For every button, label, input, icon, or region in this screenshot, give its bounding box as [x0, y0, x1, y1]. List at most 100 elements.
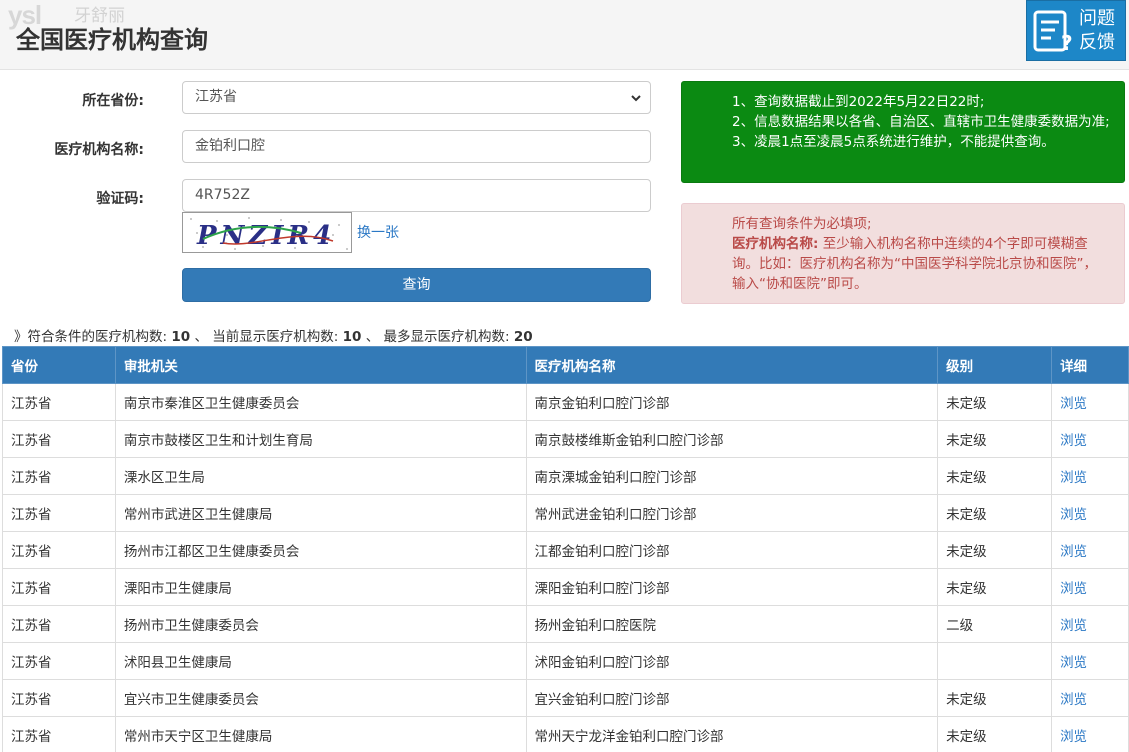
page-title: 全国医疗机构查询	[16, 26, 208, 54]
max-label: 最多显示医疗机构数:	[383, 329, 510, 345]
cell-institution: 溧阳金铂利口腔门诊部	[525, 568, 939, 606]
browse-link[interactable]: 浏览	[1051, 642, 1129, 680]
cell-level: 未定级	[937, 531, 1053, 569]
cell-authority: 南京市鼓楼区卫生和计划生育局	[114, 420, 527, 458]
header-level: 级别	[937, 346, 1053, 384]
cell-institution: 沭阳金铂利口腔门诊部	[525, 642, 939, 680]
results-table: 省份 审批机关 医疗机构名称 级别 详细 江苏省 南京市秦淮区卫生健康委员会 南…	[2, 346, 1129, 752]
cell-province: 江苏省	[2, 716, 116, 752]
browse-link[interactable]: 浏览	[1051, 494, 1129, 532]
top-bar: ysl 牙舒丽 全国医疗机构查询 ? 问题反馈	[0, 0, 1129, 70]
captcha-image-text: PNZIR4	[196, 221, 335, 251]
cell-level: 未定级	[937, 494, 1053, 532]
table-row: 江苏省 溧阳市卫生健康局 溧阳金铂利口腔门诊部 未定级 浏览	[2, 568, 1129, 606]
table-row: 江苏省 南京市鼓楼区卫生和计划生育局 南京鼓楼维斯金铂利口腔门诊部 未定级 浏览	[2, 420, 1129, 458]
table-row: 江苏省 扬州市卫生健康委员会 扬州金铂利口腔医院 二级 浏览	[2, 605, 1129, 643]
notice-line: 2、信息数据结果以各省、自治区、直辖市卫生健康委数据为准;	[732, 114, 1110, 130]
cell-level	[937, 642, 1053, 680]
cell-province: 江苏省	[2, 494, 116, 532]
captcha-input[interactable]: 4R752Z	[182, 179, 651, 212]
cell-province: 江苏省	[2, 605, 116, 643]
institution-name-value: 金铂利口腔	[195, 138, 265, 154]
cell-authority: 扬州市卫生健康委员会	[114, 605, 527, 643]
cell-authority: 溧阳市卫生健康局	[114, 568, 527, 606]
browse-link[interactable]: 浏览	[1051, 383, 1129, 421]
browse-link[interactable]: 浏览	[1051, 531, 1129, 569]
table-row: 江苏省 扬州市江都区卫生健康委员会 江都金铂利口腔门诊部 未定级 浏览	[2, 531, 1129, 569]
cell-authority: 常州市武进区卫生健康局	[114, 494, 527, 532]
summary-separator: 、	[365, 329, 380, 345]
browse-link[interactable]: 浏览	[1051, 568, 1129, 606]
svg-text:?: ?	[1061, 31, 1073, 54]
cell-level: 未定级	[937, 420, 1053, 458]
institution-name-input[interactable]: 金铂利口腔	[182, 130, 651, 163]
cell-level: 二级	[937, 605, 1053, 643]
table-row: 江苏省 宜兴市卫生健康委员会 宜兴金铂利口腔门诊部 未定级 浏览	[2, 679, 1129, 717]
cell-institution: 常州武进金铂利口腔门诊部	[525, 494, 939, 532]
cell-authority: 常州市天宁区卫生健康局	[114, 716, 527, 752]
cell-authority: 扬州市江都区卫生健康委员会	[114, 531, 527, 569]
summary-separator: 、	[194, 329, 208, 345]
cell-level: 未定级	[937, 716, 1053, 752]
cell-level: 未定级	[937, 679, 1053, 717]
browse-link[interactable]: 浏览	[1051, 716, 1129, 752]
notice-line: 3、凌晨1点至凌晨5点系统进行维护，不能提供查询。	[732, 134, 1055, 150]
cell-authority: 沭阳县卫生健康局	[114, 642, 527, 680]
cell-province: 江苏省	[2, 457, 116, 495]
cell-province: 江苏省	[2, 383, 116, 421]
hint-line: 所有查询条件为必填项;	[732, 216, 872, 232]
province-label: 所在省份:	[82, 93, 144, 109]
cell-authority: 宜兴市卫生健康委员会	[114, 679, 527, 717]
captcha-value: 4R752Z	[195, 187, 250, 203]
cell-institution: 南京溧城金铂利口腔门诊部	[525, 457, 939, 495]
query-button[interactable]: 查询	[182, 268, 651, 302]
refresh-captcha-link[interactable]: 换一张	[357, 222, 399, 242]
browse-link[interactable]: 浏览	[1051, 679, 1129, 717]
cell-province: 江苏省	[2, 531, 116, 569]
cell-institution: 南京鼓楼维斯金铂利口腔门诊部	[525, 420, 939, 458]
browse-link[interactable]: 浏览	[1051, 457, 1129, 495]
hint-bold-label: 医疗机构名称:	[732, 236, 819, 252]
cell-level: 未定级	[937, 383, 1053, 421]
institution-name-label: 医疗机构名称:	[54, 142, 144, 158]
cell-level: 未定级	[937, 568, 1053, 606]
feedback-icon: ?	[1033, 10, 1073, 54]
table-row: 江苏省 常州市武进区卫生健康局 常州武进金铂利口腔门诊部 未定级 浏览	[2, 494, 1129, 532]
header-authority: 审批机关	[114, 346, 527, 384]
cell-province: 江苏省	[2, 420, 116, 458]
shown-count: 10	[342, 329, 362, 345]
matched-label: 》符合条件的医疗机构数:	[14, 329, 168, 345]
hint-line: 医疗机构名称: 至少输入机构名称中连续的4个字即可模糊查询。比如：医疗机构名称为…	[732, 234, 1110, 294]
table-row: 江苏省 溧水区卫生局 南京溧城金铂利口腔门诊部 未定级 浏览	[2, 457, 1129, 495]
header-detail: 详细	[1051, 346, 1129, 384]
cell-province: 江苏省	[2, 568, 116, 606]
cell-level: 未定级	[937, 457, 1053, 495]
captcha-label: 验证码:	[96, 191, 144, 207]
cell-institution: 常州天宁龙洋金铂利口腔门诊部	[525, 716, 939, 752]
table-row: 江苏省 常州市天宁区卫生健康局 常州天宁龙洋金铂利口腔门诊部 未定级 浏览	[2, 716, 1129, 752]
chevron-down-icon	[631, 95, 641, 102]
cell-authority: 南京市秦淮区卫生健康委员会	[114, 383, 527, 421]
table-header-row: 省份 审批机关 医疗机构名称 级别 详细	[2, 346, 1129, 384]
max-count: 20	[513, 329, 533, 345]
table-row: 江苏省 沭阳县卫生健康局 沭阳金铂利口腔门诊部 浏览	[2, 642, 1129, 680]
cell-institution: 扬州金铂利口腔医院	[525, 605, 939, 643]
shown-label: 当前显示医疗机构数:	[212, 329, 339, 345]
cell-institution: 江都金铂利口腔门诊部	[525, 531, 939, 569]
cell-institution: 宜兴金铂利口腔门诊部	[525, 679, 939, 717]
notice-line: 1、查询数据截止到2022年5月22日22时;	[732, 94, 985, 110]
province-select[interactable]: 江苏省	[182, 81, 651, 114]
header-province: 省份	[2, 346, 116, 384]
browse-link[interactable]: 浏览	[1051, 605, 1129, 643]
matched-count: 10	[171, 329, 191, 345]
browse-link[interactable]: 浏览	[1051, 420, 1129, 458]
feedback-button[interactable]: ? 问题反馈	[1026, 0, 1126, 61]
cell-province: 江苏省	[2, 679, 116, 717]
notice-box: 1、查询数据截止到2022年5月22日22时; 2、信息数据结果以各省、自治区、…	[681, 81, 1125, 183]
cell-institution: 南京金铂利口腔门诊部	[525, 383, 939, 421]
province-value: 江苏省	[195, 89, 237, 105]
result-summary: 》符合条件的医疗机构数: 10 、 当前显示医疗机构数: 10 、 最多显示医疗…	[14, 325, 533, 345]
feedback-label: 问题反馈	[1079, 8, 1115, 53]
captcha-image[interactable]: PNZIR4	[182, 212, 352, 253]
header-institution: 医疗机构名称	[525, 346, 939, 384]
